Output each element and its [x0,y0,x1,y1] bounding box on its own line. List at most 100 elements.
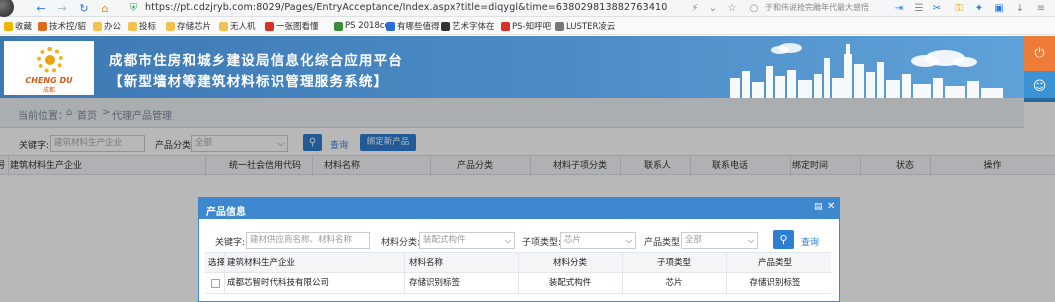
game-icon[interactable]: ▣ [992,1,1006,15]
dialog-search-button[interactable]: ⚲ [773,230,794,249]
bookmark-item[interactable]: 一张图看懂 [265,20,319,32]
col-product-type: 产品类型 [757,258,792,268]
table-row[interactable]: 成都芯智时代科技有限公司 存储识别标签 装配式构件 芯片 存储识别标签 [205,273,831,294]
table-column-header[interactable]: 号 [0,156,6,176]
subtype-label: 子项类型: [522,238,562,248]
platform-title: 成都市住房和城乡建设局信息化综合应用平台 [109,53,403,69]
bookmark-item[interactable]: 收藏 [4,20,32,32]
url-text[interactable]: https://pt.cdzjryb.com:8029/Pages/EntryA… [145,2,667,13]
breadcrumb: 当前位置： ⌂ 首页 > 代理产品管理 [0,98,1024,128]
profile-avatar[interactable] [0,0,14,17]
bookmark-folder-icon [93,21,102,31]
logo-subtext: 成都 [42,87,55,94]
search-button[interactable]: ⚲ [303,134,322,151]
bookmark-label: PS 2018cc [345,21,390,31]
search-engine-icon[interactable]: ○ [747,1,761,15]
menu-icon[interactable]: ≡ [1034,1,1048,15]
keyword-input[interactable]: 建筑材料生产企业 [50,135,145,152]
scissors-icon[interactable]: ✂ [930,1,944,15]
bookmark-label: 存储芯片 [177,22,212,32]
breadcrumb-home[interactable]: 首页 [77,107,97,122]
extension-icon[interactable]: ✦ [972,1,986,15]
bookmark-item[interactable]: 艺术字体在 [441,20,495,32]
bookmark-label: 一张图看懂 [276,22,319,32]
dialog-header: 产品信息 ▤ ✕ [199,198,839,219]
bookmark-item[interactable]: LUSTER凌云 [555,20,615,32]
bookmark-label: LUSTER凌云 [566,22,616,32]
table-column-header[interactable]: 材料名称 [312,156,372,176]
breadcrumb-separator: > [102,107,111,118]
table-column-header[interactable]: 绑定时间 [775,156,845,176]
close-icon[interactable]: ✕ [827,201,835,212]
bookmark-item[interactable]: PS 2018cc [334,20,389,32]
keyword-label: 关键字: [19,141,50,151]
query-button[interactable]: 查询 [330,138,348,151]
subtype-select[interactable]: 芯片 ⌵ [560,232,636,249]
chevron-down-icon: ⌵ [504,236,511,245]
maximize-icon[interactable]: ▤ [814,202,823,212]
bookmark-item[interactable]: 技术控/貂 [38,20,86,32]
table-column-header[interactable]: 状态 [860,156,950,176]
expand-icon[interactable]: ⌄ [706,1,720,15]
material-category-select[interactable]: 装配式构件 ⌵ [419,232,515,249]
bookmark-label: 技术控/貂 [49,22,86,32]
refresh-icon[interactable]: ↻ [77,1,91,15]
city-skyline-illustration [730,43,1003,98]
product-type-value: 全部 [685,235,703,245]
back-icon[interactable]: ← [34,1,48,15]
search-icon: ⚲ [779,233,788,246]
dialog-query-button[interactable]: 查询 [801,235,819,248]
table-column-header[interactable]: 联系电话 [690,156,770,176]
bookmark-label: 办公 [104,22,122,32]
bookmark-item[interactable]: 有哪些值得 [386,20,440,32]
user-icon[interactable]: ☺ [1024,71,1055,102]
lightning-icon[interactable]: ⚡ [688,1,702,15]
bookmark-item[interactable]: 无人机 [219,20,256,32]
forward-icon[interactable]: → [55,1,69,15]
bookmark-folder-icon [441,21,450,31]
material-category-value: 装配式构件 [423,235,466,245]
bookmark-folder-icon [334,21,343,31]
power-icon[interactable]: ⏻ [1024,36,1055,71]
column-divider [404,273,405,294]
table-column-header[interactable]: 产品分类 [420,156,530,176]
column-divider [224,273,225,294]
bookmark-item[interactable]: 投标 [128,20,156,32]
category-select[interactable]: 全部 ⌵ [191,135,288,152]
row-select-checkbox[interactable] [211,279,220,288]
row-category: 装配式构件 [548,278,592,288]
bookmark-folder-icon [265,21,274,31]
category-select-value: 全部 [195,138,213,148]
chevron-down-icon: ⌵ [277,139,284,148]
bind-new-product-button[interactable]: 绑定新产品 [360,134,416,151]
bookmark-item[interactable]: PS-知呼吧 [501,20,551,32]
bookmarks-icon[interactable]: ☰ [912,1,926,15]
col-material: 材料名称 [409,258,444,268]
download-icon[interactable]: ↓ [1013,1,1027,15]
col-subtype: 子项类型 [656,258,691,268]
table-column-header[interactable]: 建筑材料生产企业 [10,156,160,176]
bookmarks-bar: 收藏 技术控/貂 办公 投标 存储芯片 无人机 一张图看懂 PS 2018cc 有哪些值得 艺术字… [0,17,1055,35]
bookmark-star-icon[interactable]: ☆ [725,1,739,15]
chevron-down-icon: ⌵ [625,236,632,245]
key-icon[interactable]: ⚿ [952,1,966,15]
bookmark-label: PS-知呼吧 [512,22,552,32]
home-icon[interactable]: ⌂ [98,1,112,15]
table-column-header[interactable]: 统一社会信用代码 [205,156,325,176]
bookmark-label: 有哪些值得 [397,22,440,32]
breadcrumb-home-icon[interactable]: ⌂ [66,107,72,118]
secure-shield-icon: ⛨ [129,2,138,14]
dialog-keyword-input[interactable]: 建材供应商名称、材料名称 [246,232,370,249]
table-column-header[interactable]: 操作 [965,156,1020,176]
bookmark-item[interactable]: 存储芯片 [166,20,211,32]
bookmark-item[interactable]: 办公 [93,20,121,32]
bookmark-folder-icon [166,21,175,31]
logo-text: CHENG DU [25,76,73,85]
table-column-header[interactable]: 联系人 [630,156,685,176]
product-type-select[interactable]: 全部 ⌵ [681,232,758,249]
product-info-dialog: 产品信息 ▤ ✕ 关键字: 建材供应商名称、材料名称 材料分类: 装配式构件 ⌵… [198,197,840,302]
dialog-keyword-label: 关键字: [215,238,246,248]
login-icon[interactable]: ⇥ [892,1,906,15]
search-hint[interactable]: 于和伟说抢完雕年代最大感悟 [765,2,869,13]
table-column-header[interactable]: 材料子项分类 [530,156,630,176]
